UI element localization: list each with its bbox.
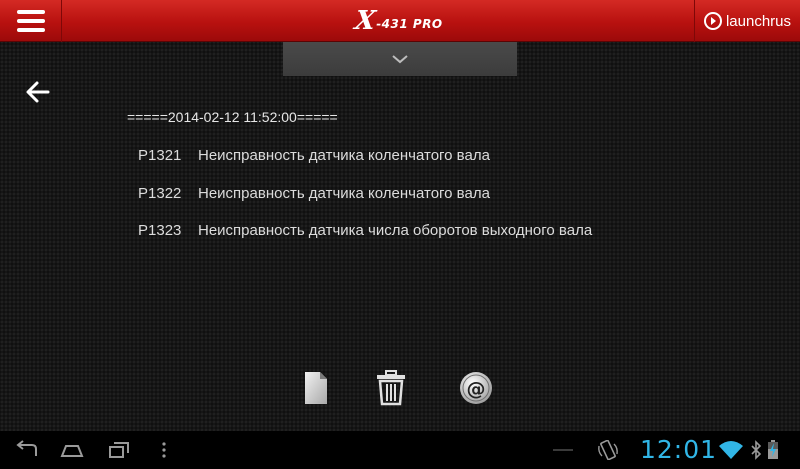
back-arrow-icon[interactable] bbox=[24, 78, 52, 106]
dtc-description: Неисправность датчика коленчатого вала bbox=[198, 184, 490, 202]
menu-button[interactable] bbox=[0, 0, 62, 42]
system-navigation-bar: 12:01 bbox=[0, 431, 800, 469]
email-icon[interactable]: @ bbox=[459, 370, 493, 406]
app-logo: X -431 PRO bbox=[352, 4, 455, 38]
status-separator bbox=[553, 449, 573, 451]
overflow-menu-icon[interactable] bbox=[160, 440, 168, 460]
file-icon[interactable] bbox=[303, 370, 329, 406]
dtc-code: P1321 bbox=[138, 147, 182, 164]
recent-apps-icon[interactable] bbox=[108, 440, 130, 460]
list-item: P1322 Неисправность датчика коленчатого … bbox=[138, 185, 592, 223]
pulldown-tab[interactable] bbox=[283, 42, 517, 76]
dtc-description: Неисправность датчика числа оборотов вых… bbox=[198, 222, 593, 239]
bluetooth-icon bbox=[751, 440, 762, 460]
launch-logo-icon bbox=[703, 12, 722, 30]
chevron-down-icon bbox=[392, 55, 408, 64]
clock: 12:01 bbox=[640, 435, 718, 464]
app-screen: X -431 PRO launchrus =====2014-02-12 11:… bbox=[0, 0, 800, 469]
dtc-code: P1322 bbox=[138, 184, 182, 202]
wifi-icon bbox=[719, 441, 743, 459]
report-datetime: =====2014-02-12 11:52:00===== bbox=[127, 109, 338, 125]
dtc-description: Неисправность датчика коленчатого вала bbox=[198, 147, 490, 164]
app-header: X -431 PRO launchrus bbox=[0, 0, 800, 42]
screen-rotation-icon bbox=[598, 440, 618, 460]
launchrus-button[interactable]: launchrus bbox=[694, 0, 800, 42]
email-symbol: @ bbox=[467, 378, 486, 400]
logo-x: X bbox=[352, 6, 378, 36]
battery-icon bbox=[768, 440, 778, 459]
list-item: P1321 Неисправность датчика коленчатого … bbox=[138, 147, 592, 185]
home-icon[interactable] bbox=[60, 440, 84, 460]
list-item: P1323 Неисправность датчика числа оборот… bbox=[138, 222, 592, 260]
trouble-code-list: P1321 Неисправность датчика коленчатого … bbox=[138, 147, 592, 260]
trash-icon[interactable] bbox=[375, 370, 407, 406]
menu-icon-bar bbox=[16, 28, 45, 32]
brand-label: launchrus bbox=[725, 12, 792, 30]
menu-icon-bar bbox=[16, 19, 45, 23]
nav-back-icon[interactable] bbox=[14, 440, 40, 460]
dtc-code: P1323 bbox=[138, 222, 182, 239]
menu-icon bbox=[16, 10, 45, 14]
logo-model: -431 PRO bbox=[376, 17, 443, 31]
